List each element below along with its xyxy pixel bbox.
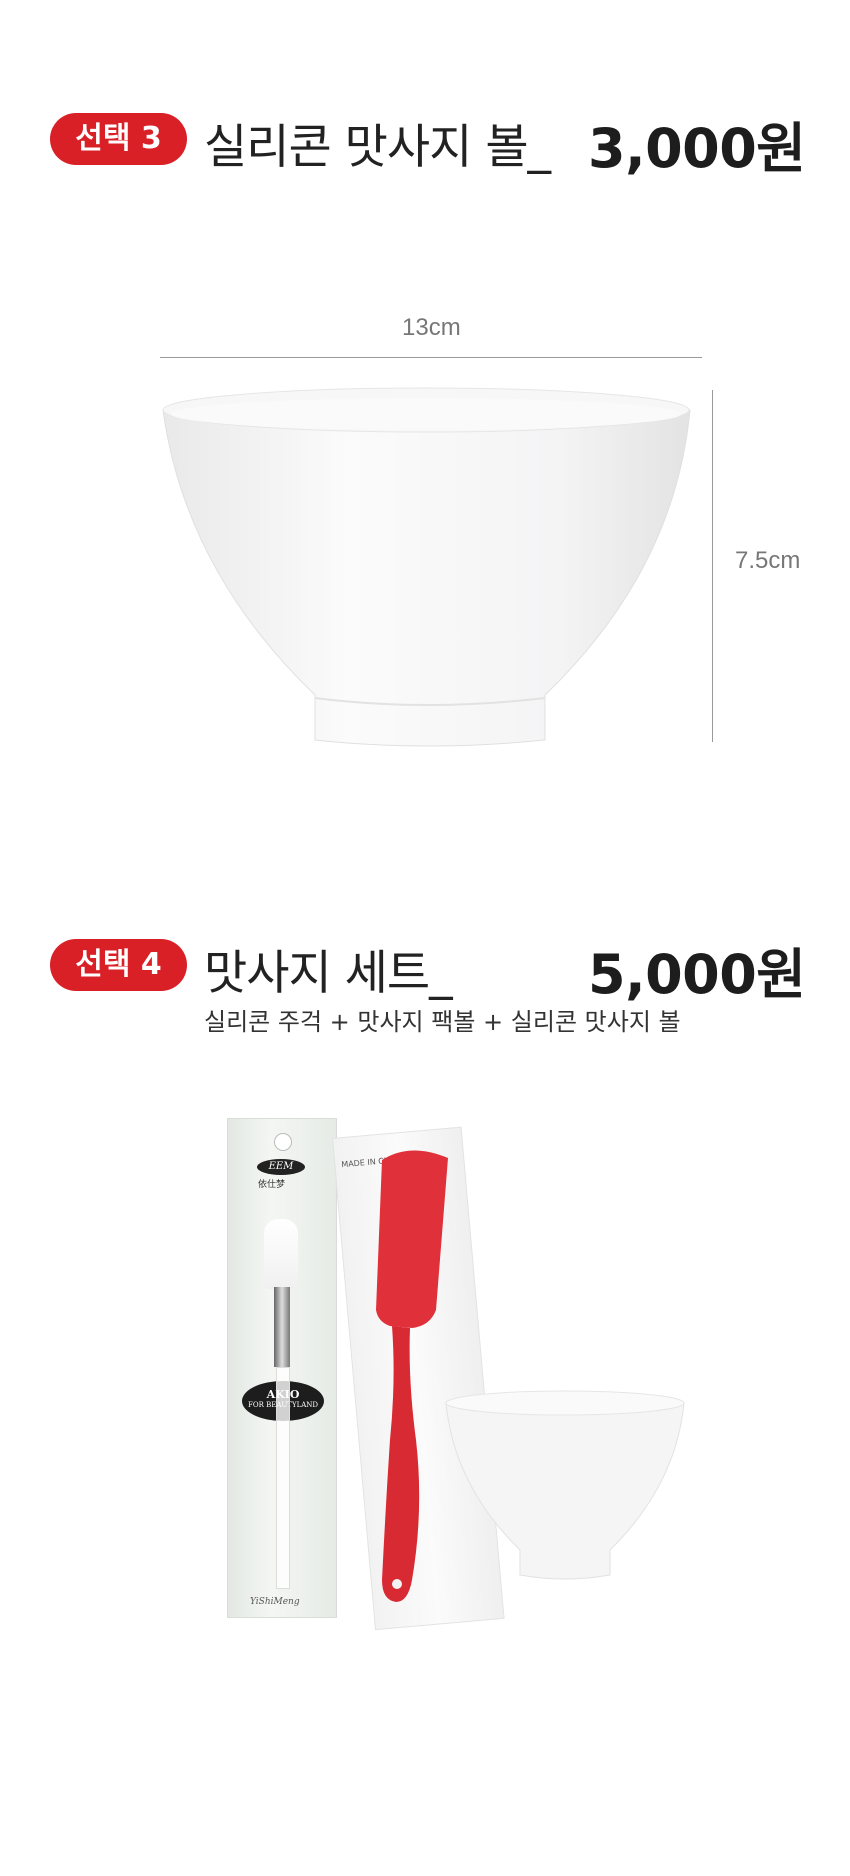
set-contents-subtitle: 실리콘 주걱 + 맛사지 팩볼 + 실리콘 맛사지 볼: [204, 1008, 681, 1036]
option-badge: 선택 3: [50, 113, 187, 165]
brush-signature: YiShiMeng: [250, 1597, 300, 1607]
small-bowl-image: [445, 1390, 685, 1580]
brand-chinese: 依仕梦: [258, 1180, 286, 1190]
option-3-section: 선택 3 실리콘 맛사지 볼_ 3,000원 13cm 7.5cm: [0, 0, 850, 800]
brush-handle: [276, 1367, 290, 1589]
width-dimension-line: [160, 357, 702, 358]
silicone-bowl-image: [162, 387, 691, 747]
height-label: 7.5cm: [735, 547, 801, 574]
width-label: 13cm: [402, 314, 461, 341]
product-price: 3,000원: [588, 117, 806, 180]
product-price: 5,000원: [588, 943, 806, 1006]
product-title: 실리콘 맛사지 볼_: [204, 120, 551, 175]
brand-logo: EEM: [257, 1159, 305, 1175]
option-badge: 선택 4: [50, 939, 187, 991]
option-4-section: 선택 4 맛사지 세트_ 5,000원 실리콘 주걱 + 맛사지 팩볼 + 실리…: [0, 900, 850, 1876]
brush-ferrule: [274, 1287, 290, 1367]
height-dimension-line: [712, 390, 713, 742]
product-title: 맛사지 세트_: [204, 946, 453, 1001]
hang-hole: [274, 1133, 292, 1151]
brush-package-image: EEM 依仕梦 AKIO FOR BEAUTYLAND YiShiMeng: [227, 1118, 337, 1618]
brush-bristles: [264, 1219, 298, 1289]
